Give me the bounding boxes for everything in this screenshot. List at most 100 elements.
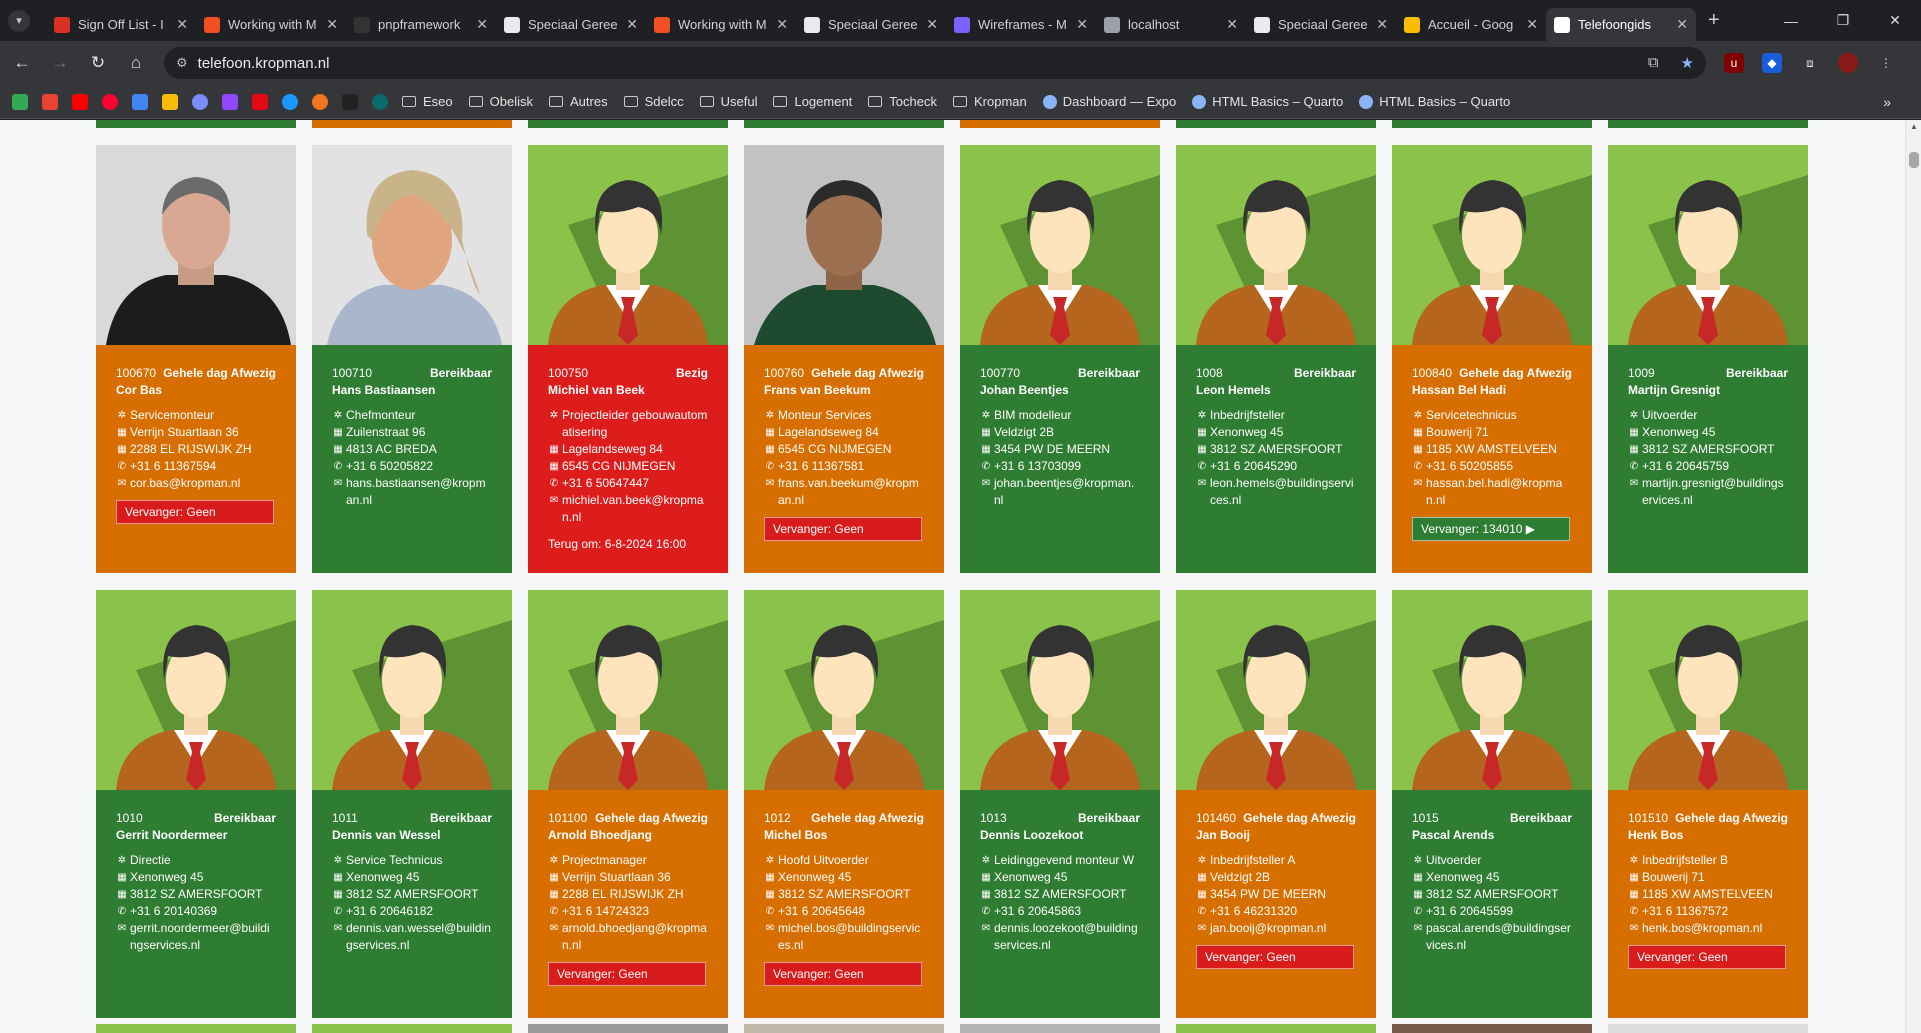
employee-phone[interactable]: +31 6 11367572 bbox=[1642, 903, 1728, 920]
employee-card[interactable]: 100670 Gehele dag Afwezig Cor Bas ✲ Servic… bbox=[96, 145, 296, 573]
bookmark-folder[interactable]: Autres bbox=[549, 94, 608, 109]
back-icon[interactable]: ← bbox=[6, 47, 38, 79]
refresh-bookmark-icon[interactable] bbox=[372, 93, 388, 110]
bitwarden-icon[interactable]: ◆ bbox=[1762, 53, 1782, 73]
bookmark-link[interactable]: HTML Basics – Quarto bbox=[1192, 94, 1343, 109]
close-tab-icon[interactable]: ✕ bbox=[1076, 16, 1088, 33]
employee-email[interactable]: martijn.gresnigt@buildingservices.nl bbox=[1642, 475, 1788, 509]
vervanger-button[interactable]: Vervanger: Geen bbox=[116, 500, 274, 524]
close-tab-icon[interactable]: ✕ bbox=[626, 16, 638, 33]
employee-phone[interactable]: +31 6 50205855 bbox=[1426, 458, 1513, 475]
vervanger-button[interactable]: Vervanger: Geen bbox=[548, 962, 706, 986]
browser-tab[interactable]: pnpframework ✕ bbox=[346, 8, 496, 41]
scrollbar-thumb[interactable] bbox=[1909, 152, 1919, 168]
netflix-icon[interactable] bbox=[252, 93, 268, 110]
employee-phone[interactable]: +31 6 50647447 bbox=[562, 475, 649, 492]
employee-phone[interactable]: +31 6 20140369 bbox=[130, 903, 217, 920]
twitch-icon[interactable] bbox=[222, 93, 238, 110]
youtube-icon[interactable] bbox=[72, 93, 88, 110]
employee-email[interactable]: hassan.bel.hadi@kropman.nl bbox=[1426, 475, 1572, 509]
browser-tab[interactable]: Sign Off List - I ✕ bbox=[46, 8, 196, 41]
browser-tab[interactable]: Speciaal Geree ✕ bbox=[1246, 8, 1396, 41]
employee-email[interactable]: dennis.van.wessel@buildingservices.nl bbox=[346, 920, 492, 954]
employee-phone[interactable]: +31 6 20645599 bbox=[1426, 903, 1513, 920]
bookmark-folder[interactable]: Useful bbox=[699, 94, 757, 109]
employee-phone[interactable]: +31 6 14724323 bbox=[562, 903, 649, 920]
close-window-icon[interactable]: ✕ bbox=[1869, 0, 1921, 41]
employee-phone[interactable]: +31 6 20646182 bbox=[346, 903, 433, 920]
employee-card[interactable]: 1008 Bereikbaar Leon Hemels ✲ Inbedrijfste… bbox=[1176, 145, 1376, 573]
translate-bookmark-icon[interactable] bbox=[132, 93, 148, 110]
employee-card[interactable]: 100750 Bezig Michiel van Beek ✲ Projectlei… bbox=[528, 145, 728, 573]
employee-card[interactable]: 1010 Bereikbaar Gerrit Noordermeer ✲ Direc… bbox=[96, 590, 296, 1018]
browser-tab[interactable]: localhost ✕ bbox=[1096, 8, 1246, 41]
bookmarks-overflow-icon[interactable]: » bbox=[1883, 94, 1891, 110]
youtube-music-icon[interactable] bbox=[102, 93, 118, 110]
extensions-icon[interactable]: ⧈ bbox=[1800, 53, 1820, 73]
employee-phone[interactable]: +31 6 46231320 bbox=[1210, 903, 1297, 920]
employee-phone[interactable]: +31 6 20645759 bbox=[1642, 458, 1729, 475]
vervanger-button[interactable]: Vervanger: Geen bbox=[764, 517, 922, 541]
bookmark-folder[interactable]: Logement bbox=[773, 94, 852, 109]
browser-tab[interactable]: Telefoongids ✕ bbox=[1546, 8, 1696, 41]
bookmark-star-icon[interactable]: ★ bbox=[1681, 54, 1694, 72]
prime-video-icon[interactable] bbox=[282, 93, 298, 110]
browser-tab[interactable]: Accueil - Goog ✕ bbox=[1396, 8, 1546, 41]
employee-card[interactable]: 1015 Bereikbaar Pascal Arends ✲ Uitvoerder… bbox=[1392, 590, 1592, 1018]
employee-phone[interactable]: +31 6 11367594 bbox=[130, 458, 216, 475]
employee-card[interactable]: 1013 Bereikbaar Dennis Loozekoot ✲ Leiding… bbox=[960, 590, 1160, 1018]
employee-phone[interactable]: +31 6 20645863 bbox=[994, 903, 1081, 920]
employee-card[interactable]: 100840 Gehele dag Afwezig Hassan Bel Hadi… bbox=[1392, 145, 1592, 573]
close-tab-icon[interactable]: ✕ bbox=[926, 16, 938, 33]
bookmark-folder[interactable]: Kropman bbox=[953, 94, 1027, 109]
employee-email[interactable]: pascal.arends@buildingservices.nl bbox=[1426, 920, 1572, 954]
menu-icon[interactable]: ⋮ bbox=[1876, 53, 1896, 73]
employee-card[interactable]: 100760 Gehele dag Afwezig Frans van Beeku… bbox=[744, 145, 944, 573]
employee-email[interactable]: jan.booij@kropman.nl bbox=[1210, 920, 1326, 937]
employee-card[interactable]: 1009 Bereikbaar Martijn Gresnigt ✲ Uitvoer… bbox=[1608, 145, 1808, 573]
employee-card[interactable]: 101510 Gehele dag Afwezig Henk Bos ✲ Inbed… bbox=[1608, 590, 1808, 1018]
gemini-icon[interactable] bbox=[192, 93, 208, 110]
bookmark-link[interactable]: Dashboard — Expo bbox=[1042, 94, 1176, 109]
plus-app-icon[interactable] bbox=[342, 93, 358, 110]
employee-email[interactable]: cor.bas@kropman.nl bbox=[130, 475, 240, 492]
employee-card[interactable]: 100710 Bereikbaar Hans Bastiaansen ✲ Chefm… bbox=[312, 145, 512, 573]
browser-tab[interactable]: Speciaal Geree ✕ bbox=[796, 8, 946, 41]
employee-phone[interactable]: +31 6 20645290 bbox=[1210, 458, 1297, 475]
vervanger-button[interactable]: Vervanger: Geen bbox=[1196, 945, 1354, 969]
employee-email[interactable]: henk.bos@kropman.nl bbox=[1642, 920, 1762, 937]
employee-card[interactable]: 1011 Bereikbaar Dennis van Wessel ✲ Servic… bbox=[312, 590, 512, 1018]
employee-email[interactable]: dennis.loozekoot@buildingservices.nl bbox=[994, 920, 1140, 954]
close-tab-icon[interactable]: ✕ bbox=[176, 16, 188, 33]
restore-icon[interactable]: ❐ bbox=[1817, 0, 1869, 41]
vervanger-button[interactable]: Vervanger: Geen bbox=[1628, 945, 1786, 969]
close-tab-icon[interactable]: ✕ bbox=[326, 16, 338, 33]
employee-email[interactable]: michiel.van.beek@kropman.nl bbox=[562, 492, 708, 526]
forward-icon[interactable]: → bbox=[44, 47, 76, 79]
employee-phone[interactable]: +31 6 50205822 bbox=[346, 458, 433, 475]
close-tab-icon[interactable]: ✕ bbox=[1676, 16, 1688, 33]
site-info-icon[interactable]: ⚙ bbox=[176, 55, 188, 71]
bookmark-folder[interactable]: Sdelcc bbox=[623, 94, 684, 109]
browser-tab[interactable]: Working with M ✕ bbox=[646, 8, 796, 41]
employee-email[interactable]: johan.beentjes@kropman.nl bbox=[994, 475, 1140, 509]
employee-phone[interactable]: +31 6 13703099 bbox=[994, 458, 1081, 475]
employee-email[interactable]: michel.bos@buildingservices.nl bbox=[778, 920, 924, 954]
address-bar[interactable]: ⚙ telefoon.kropman.nl ⧉ ★ bbox=[164, 47, 1706, 79]
close-tab-icon[interactable]: ✕ bbox=[1226, 16, 1238, 33]
employee-card[interactable]: 1012 Gehele dag Afwezig Michel Bos ✲ Hoofd… bbox=[744, 590, 944, 1018]
home-icon[interactable]: ⌂ bbox=[120, 47, 152, 79]
close-tab-icon[interactable]: ✕ bbox=[776, 16, 788, 33]
profile-avatar[interactable] bbox=[1838, 53, 1858, 73]
employee-email[interactable]: leon.hemels@buildingservices.nl bbox=[1210, 475, 1356, 509]
employee-phone[interactable]: +31 6 11367581 bbox=[778, 458, 864, 475]
employee-card[interactable]: 100770 Bereikbaar Johan Beentjes ✲ BIM mod… bbox=[960, 145, 1160, 573]
reload-icon[interactable]: ↻ bbox=[82, 47, 114, 79]
bookmark-folder[interactable]: Obelisk bbox=[468, 94, 533, 109]
page-scrollbar[interactable]: ▲ bbox=[1905, 120, 1921, 1033]
gmail-icon[interactable] bbox=[42, 93, 58, 110]
tab-search-icon[interactable]: ▾ bbox=[8, 9, 30, 32]
employee-email[interactable]: gerrit.noordermeer@buildingservices.nl bbox=[130, 920, 276, 954]
employee-email[interactable]: hans.bastiaansen@kropman.nl bbox=[346, 475, 492, 509]
employee-email[interactable]: frans.van.beekum@kropman.nl bbox=[778, 475, 924, 509]
